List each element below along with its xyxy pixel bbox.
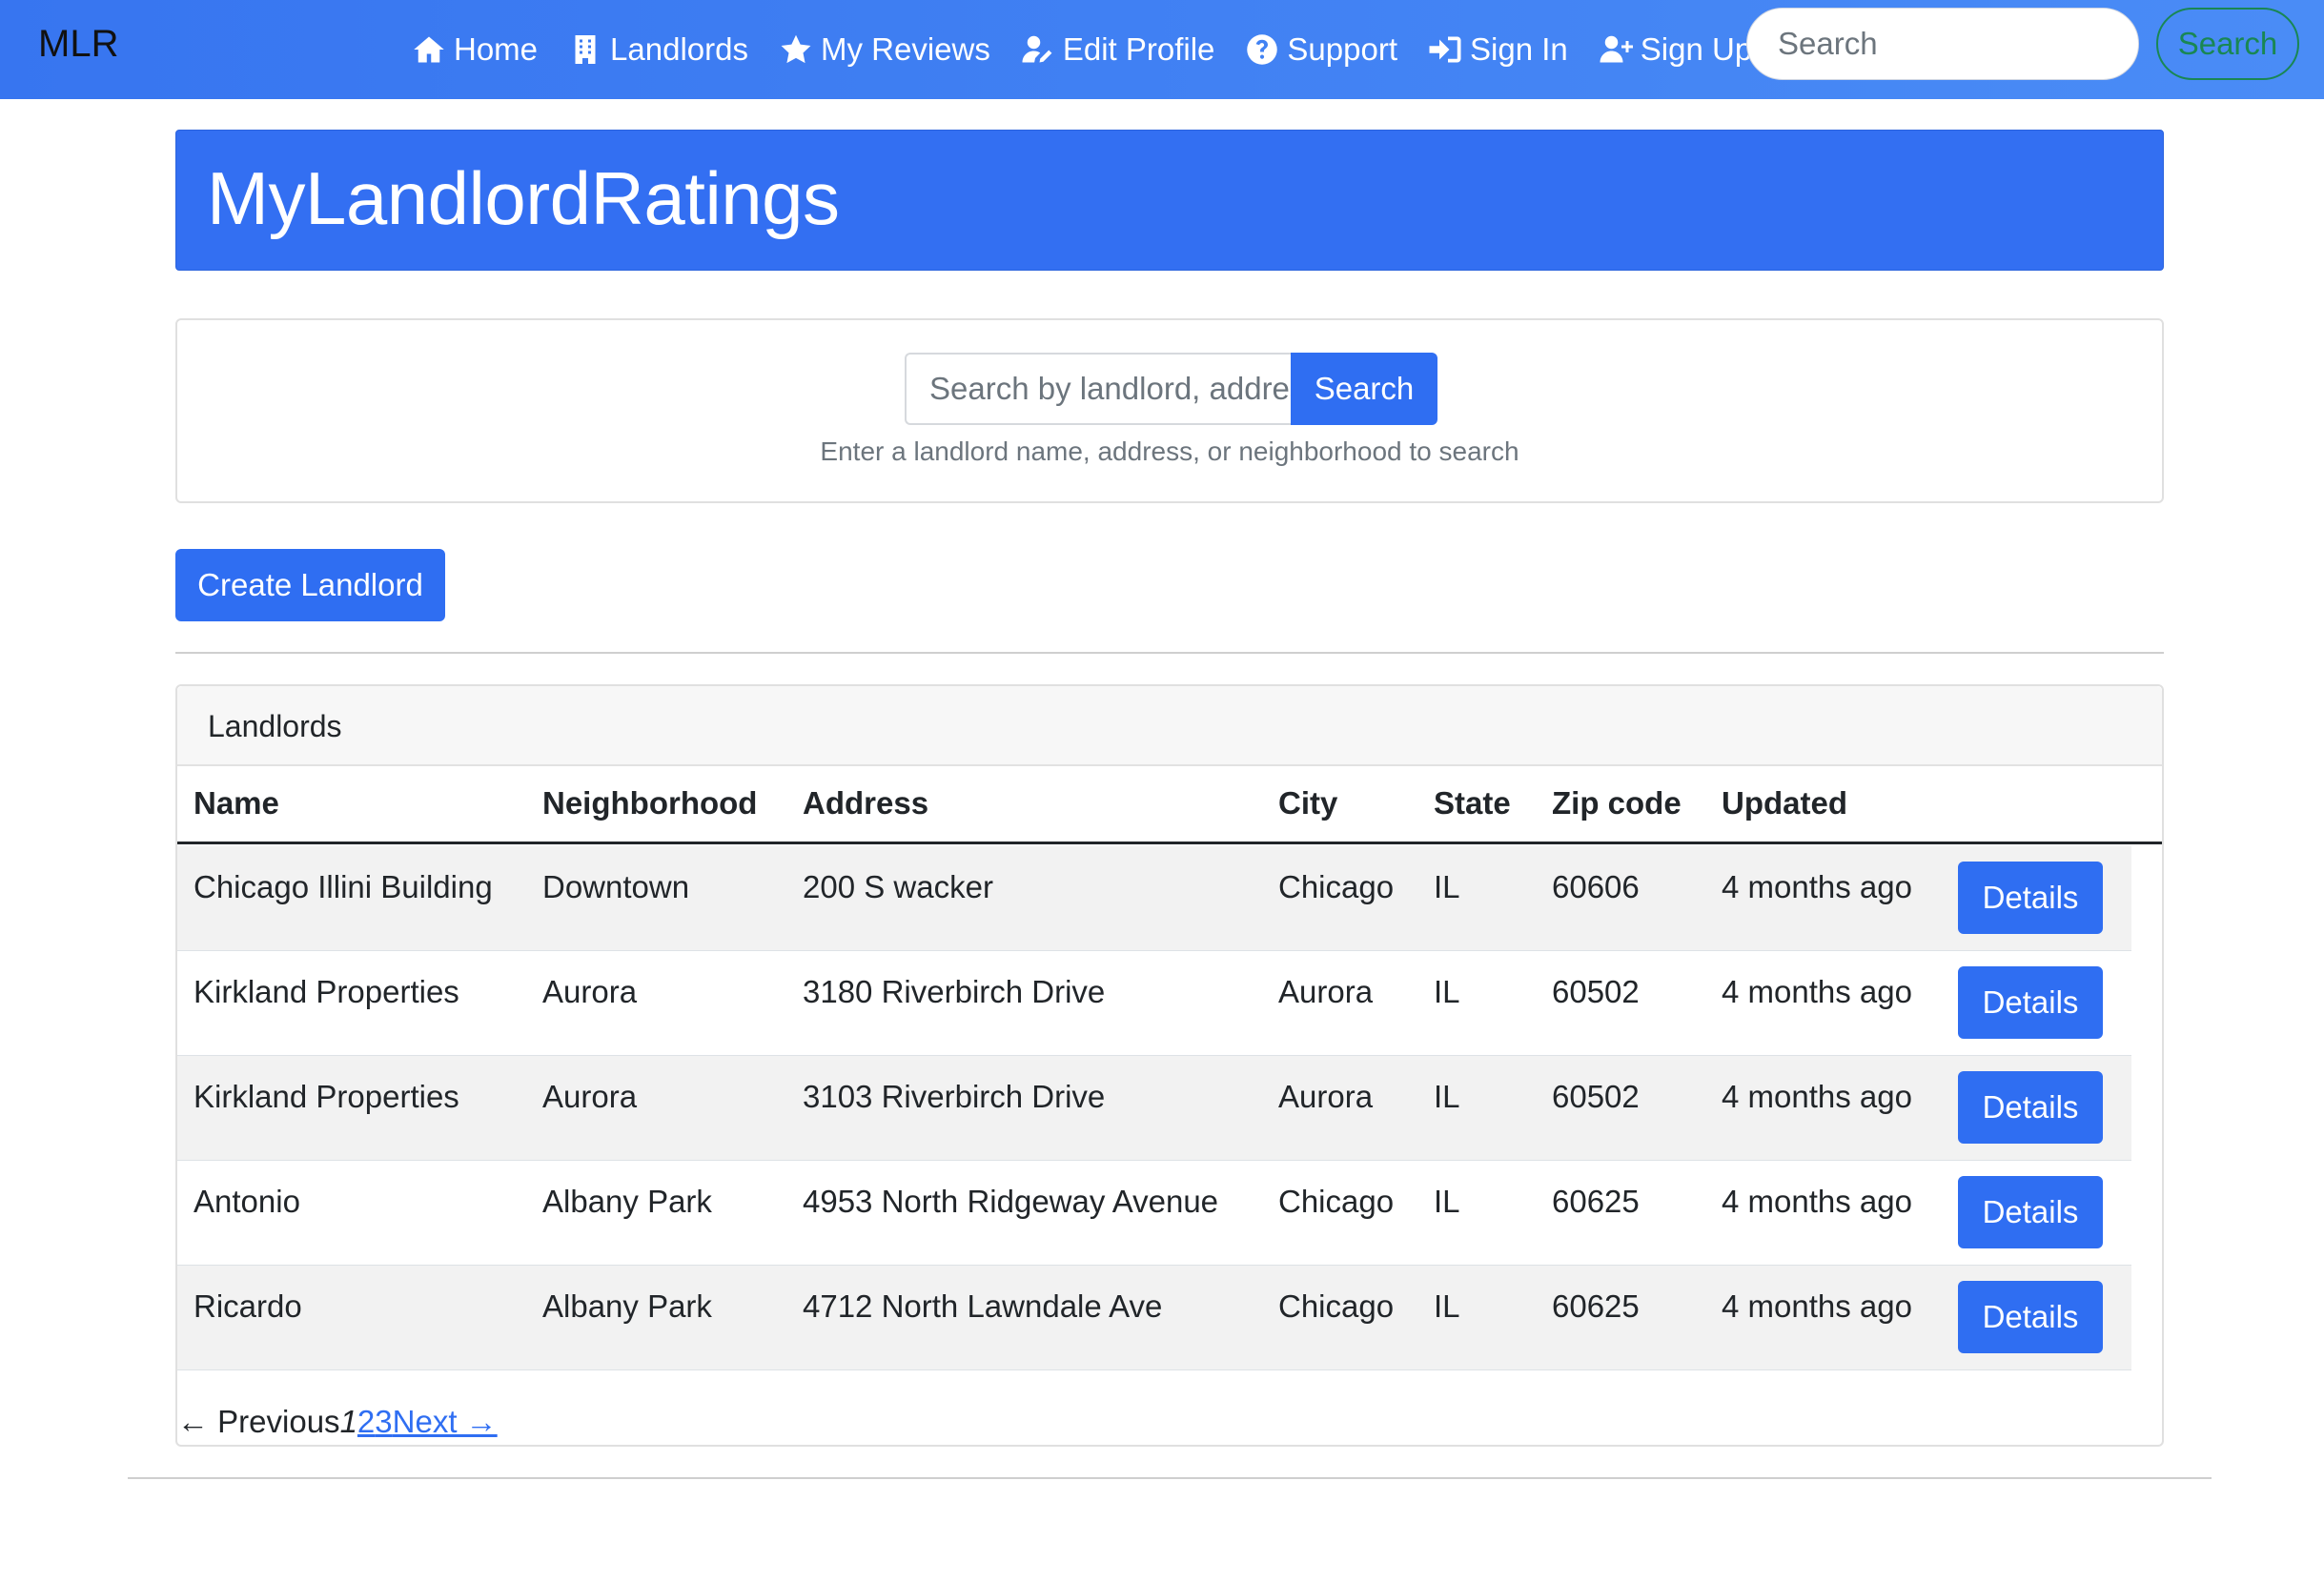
pagination-next[interactable]: Next → <box>393 1404 498 1440</box>
cell-neighborhood: Downtown <box>542 869 690 904</box>
nav-link-my-reviews[interactable]: My Reviews <box>779 31 990 68</box>
star-icon <box>779 32 813 67</box>
pagination-current-page: 1 <box>339 1404 357 1439</box>
cell-state: IL <box>1434 1184 1460 1219</box>
cell-zip: 60625 <box>1552 1288 1640 1324</box>
table-row: Ricardo Albany Park 4712 North Lawndale … <box>177 1266 2131 1370</box>
column-header-address: Address <box>803 785 929 821</box>
cell-state: IL <box>1434 869 1460 904</box>
details-button[interactable]: Details <box>1958 1071 2103 1144</box>
cell-address: 4712 North Lawndale Ave <box>803 1288 1163 1324</box>
divider <box>175 652 2164 654</box>
nav-link-label: Support <box>1287 31 1398 67</box>
cell-city: Chicago <box>1278 1288 1395 1324</box>
building-icon <box>568 32 602 67</box>
question-circle-icon <box>1245 32 1279 67</box>
nav-link-sign-up[interactable]: Sign Up <box>1599 31 1752 68</box>
card-header: Landlords <box>177 686 2162 766</box>
landlords-card: Landlords Name Neighborhood Address City… <box>175 684 2164 1447</box>
cell-address: 4953 North Ridgeway Avenue <box>803 1184 1219 1219</box>
column-header-zip: Zip code <box>1552 785 1682 821</box>
details-button[interactable]: Details <box>1958 862 2103 934</box>
table-header: Name Neighborhood Address City State Zip… <box>177 766 2162 844</box>
hero-banner: MyLandlordRatings <box>175 130 2164 271</box>
navbar-search-input[interactable] <box>1746 8 2139 80</box>
cell-name: Ricardo <box>194 1288 302 1324</box>
cell-updated: 4 months ago <box>1722 1184 1912 1219</box>
cell-state: IL <box>1434 1288 1460 1324</box>
table-row: Chicago Illini Building Downtown 200 S w… <box>177 846 2131 951</box>
nav-link-label: Landlords <box>610 31 748 67</box>
details-button[interactable]: Details <box>1958 1176 2103 1248</box>
cell-name: Antonio <box>194 1184 300 1219</box>
home-icon <box>412 32 446 67</box>
cell-zip: 60502 <box>1552 1079 1640 1114</box>
nav-link-label: My Reviews <box>820 31 990 67</box>
pagination-previous: ← Previous <box>177 1404 340 1439</box>
column-header-state: State <box>1434 785 1511 821</box>
table-row: Kirkland Properties Aurora 3180 Riverbir… <box>177 951 2131 1056</box>
cell-city: Chicago <box>1278 1184 1395 1219</box>
nav-link-support[interactable]: Support <box>1245 31 1397 68</box>
nav-link-edit-profile[interactable]: Edit Profile <box>1021 31 1215 68</box>
landlord-search-button[interactable]: Search <box>1291 353 1437 425</box>
nav-link-landlords[interactable]: Landlords <box>568 31 748 68</box>
cell-state: IL <box>1434 974 1460 1009</box>
pagination-page-link[interactable]: 3 <box>375 1404 392 1440</box>
cell-city: Chicago <box>1278 869 1395 904</box>
nav-link-label: Sign In <box>1470 31 1568 67</box>
details-button[interactable]: Details <box>1958 966 2103 1039</box>
cell-updated: 4 months ago <box>1722 974 1912 1009</box>
create-landlord-button[interactable]: Create Landlord <box>175 549 445 621</box>
nav-links: Home Landlords My Reviews Edit Profile S… <box>412 0 1783 99</box>
navbar-search-button[interactable]: Search <box>2156 8 2299 80</box>
cell-neighborhood: Albany Park <box>542 1288 712 1324</box>
search-card: Search Enter a landlord name, address, o… <box>175 318 2164 503</box>
brand-link[interactable]: MLR <box>38 23 118 66</box>
cell-name: Kirkland Properties <box>194 974 459 1009</box>
cell-updated: 4 months ago <box>1722 1288 1912 1324</box>
column-header-name: Name <box>194 785 279 821</box>
cell-neighborhood: Aurora <box>542 1079 638 1114</box>
cell-name: Kirkland Properties <box>194 1079 459 1114</box>
nav-link-label: Home <box>454 31 539 67</box>
nav-link-label: Edit Profile <box>1062 31 1215 67</box>
cell-updated: 4 months ago <box>1722 869 1912 904</box>
search-help-text: Enter a landlord name, address, or neigh… <box>820 436 1519 466</box>
cell-neighborhood: Albany Park <box>542 1184 712 1219</box>
cell-city: Aurora <box>1278 1079 1374 1114</box>
cell-address: 200 S wacker <box>803 869 993 904</box>
cell-name: Chicago Illini Building <box>194 869 493 904</box>
user-edit-icon <box>1021 32 1055 67</box>
pagination-page-link[interactable]: 2 <box>357 1404 375 1440</box>
pagination: ← Previous 1 2 3 Next → <box>177 1403 498 1441</box>
sign-in-icon <box>1428 32 1462 67</box>
cell-address: 3103 Riverbirch Drive <box>803 1079 1106 1114</box>
cell-neighborhood: Aurora <box>542 974 638 1009</box>
page-title: MyLandlordRatings <box>207 156 840 240</box>
navbar: MLR Home Landlords My Reviews Edit Profi… <box>0 0 2324 99</box>
cell-zip: 60606 <box>1552 869 1640 904</box>
nav-link-label: Sign Up <box>1640 31 1753 67</box>
nav-link-home[interactable]: Home <box>412 31 538 68</box>
landlord-search-input[interactable] <box>905 353 1292 425</box>
cell-state: IL <box>1434 1079 1460 1114</box>
cell-updated: 4 months ago <box>1722 1079 1912 1114</box>
cell-city: Aurora <box>1278 974 1374 1009</box>
column-header-city: City <box>1278 785 1338 821</box>
cell-zip: 60502 <box>1552 974 1640 1009</box>
cell-address: 3180 Riverbirch Drive <box>803 974 1106 1009</box>
user-plus-icon <box>1599 32 1633 67</box>
table-row: Antonio Albany Park 4953 North Ridgeway … <box>177 1161 2131 1266</box>
table-row: Kirkland Properties Aurora 3103 Riverbir… <box>177 1056 2131 1161</box>
footer-divider <box>128 1477 2212 1479</box>
cell-zip: 60625 <box>1552 1184 1640 1219</box>
column-header-updated: Updated <box>1722 785 1847 821</box>
nav-link-sign-in[interactable]: Sign In <box>1428 31 1568 68</box>
card-header-title: Landlords <box>208 709 342 743</box>
details-button[interactable]: Details <box>1958 1281 2103 1353</box>
column-header-neighborhood: Neighborhood <box>542 785 758 821</box>
